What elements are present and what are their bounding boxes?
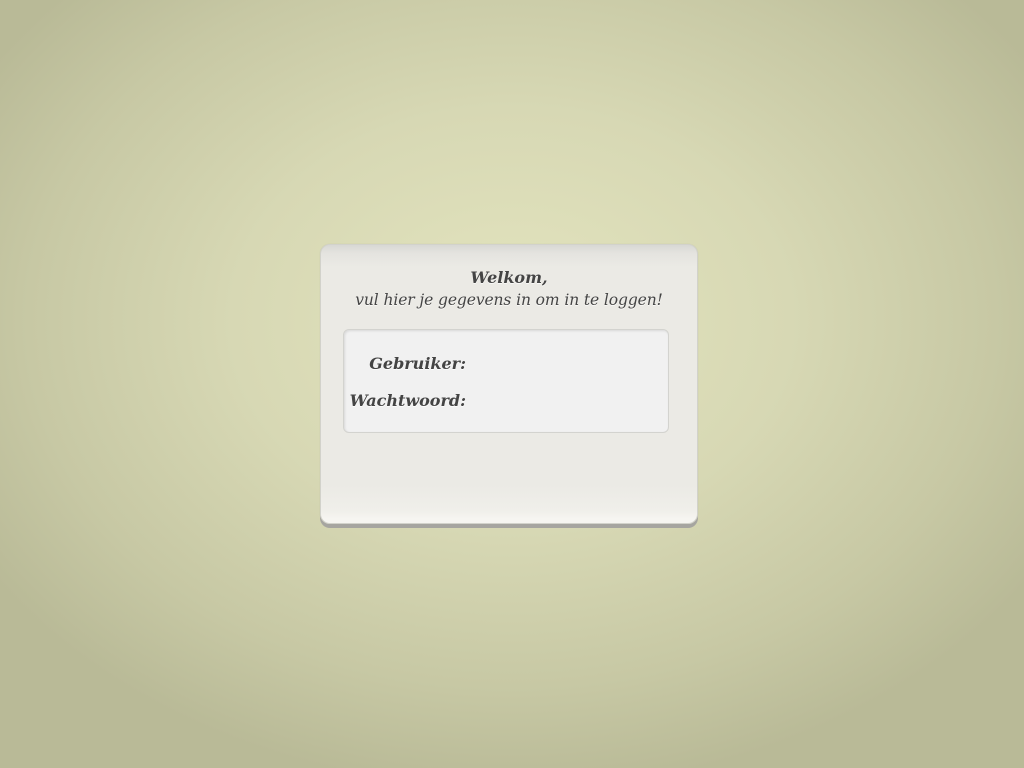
login-form: Gebruiker: Wachtwoord:: [343, 329, 669, 433]
welcome-subtitle: vul hier je gegevens in om in te loggen!: [355, 291, 663, 309]
password-input[interactable]: [470, 389, 656, 413]
welcome-title: Welkom,: [470, 268, 548, 287]
username-input[interactable]: [470, 352, 656, 376]
password-row: Wachtwoord:: [344, 388, 668, 414]
login-panel: Welkom, vul hier je gegevens in om in te…: [320, 244, 698, 524]
welcome-header: Welkom, vul hier je gegevens in om in te…: [321, 267, 697, 311]
username-row: Gebruiker:: [344, 351, 668, 377]
username-label: Gebruiker:: [369, 354, 466, 373]
password-label: Wachtwoord:: [349, 391, 466, 410]
